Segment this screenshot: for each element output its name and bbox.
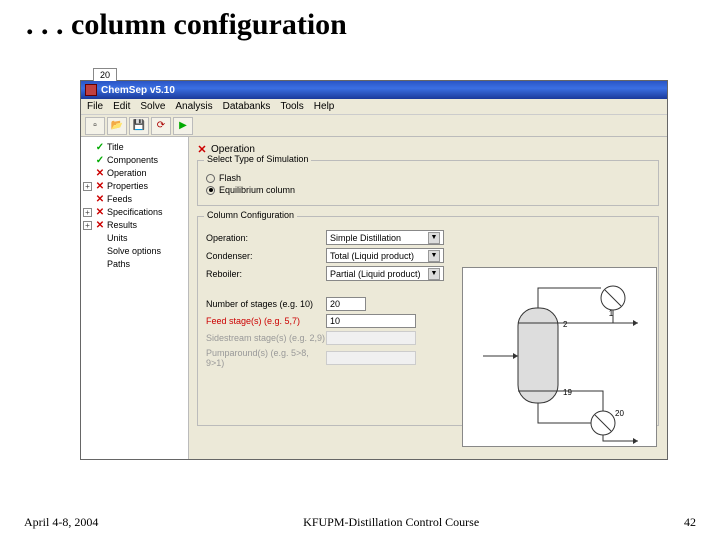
footer-course: KFUPM-Distillation Control Course [303,515,479,530]
window-title: ChemSep v5.10 [101,85,175,96]
radio-equilibrium[interactable]: Equilibrium column [206,185,650,195]
tree-item-results[interactable]: +✕ Results [83,219,186,232]
tree-item-operation[interactable]: ✕ Operation [83,167,186,180]
chevron-down-icon: ▼ [428,268,440,280]
pumparound-label: Pumparound(s) (e.g. 5>8, 9>1) [206,348,326,368]
menu-bar: File Edit Solve Analysis Databanks Tools… [81,99,667,115]
app-window: 20 ChemSep v5.10 File Edit Solve Analysi… [80,80,668,460]
footer-date: April 4-8, 2004 [24,515,98,530]
menu-edit[interactable]: Edit [113,101,130,112]
expand-icon[interactable]: + [83,182,92,191]
slide-footer: April 4-8, 2004 KFUPM-Distillation Contr… [0,515,720,530]
sidestream-input [326,331,416,345]
sidestream-label: Sidestream stage(s) (e.g. 2,9) [206,333,326,343]
reload-button[interactable]: ⟳ [151,117,171,135]
feed-stage-label: Feed stage(s) (e.g. 5,7) [206,316,326,326]
menu-file[interactable]: File [87,101,103,112]
footer-page: 42 [684,515,696,530]
new-file-button[interactable]: ▫ [85,117,105,135]
menu-help[interactable]: Help [314,101,335,112]
menu-tools[interactable]: Tools [280,101,303,112]
stage-bottom-label: 19 [563,388,572,397]
column-diagram: 2 19 1 20 [462,267,657,447]
reboiler-select[interactable]: Partial (Liquid product)▼ [326,266,444,281]
radio-icon [206,186,215,195]
x-icon: ✕ [95,167,105,180]
menu-solve[interactable]: Solve [140,101,165,112]
group-legend: Select Type of Simulation [204,154,311,164]
feed-stage-input[interactable]: 10 [326,314,416,328]
check-icon: ✓ [95,141,105,154]
menu-analysis[interactable]: Analysis [175,101,212,112]
chevron-down-icon: ▼ [428,250,440,262]
expand-icon[interactable]: + [83,208,92,217]
slide-title: . . . column configuration [0,0,720,42]
tree-item-solve-options[interactable]: Solve options [83,245,186,258]
tree-item-title[interactable]: ✓ Title [83,141,186,154]
content-panel: ✕ Operation Select Type of Simulation Fl… [189,137,667,459]
operation-label: Operation: [206,233,326,243]
open-file-button[interactable]: 📂 [107,117,127,135]
group-simulation-type: Select Type of Simulation Flash Equilibr… [197,160,659,206]
x-icon: ✕ [95,219,105,232]
radio-icon [206,174,215,183]
svg-text:20: 20 [615,409,624,418]
chevron-down-icon: ▼ [428,232,440,244]
tree-item-components[interactable]: ✓ Components [83,154,186,167]
stage-top-label: 2 [563,320,568,329]
toolbar: ▫ 📂 💾 ⟳ ▶ [81,115,667,137]
run-button[interactable]: ▶ [173,117,193,135]
pumparound-input [326,351,416,365]
check-icon: ✓ [95,154,105,167]
stages-label: Number of stages (e.g. 10) [206,299,326,309]
tree-item-units[interactable]: Units [83,232,186,245]
window-title-bar: ChemSep v5.10 [81,81,667,99]
x-icon: ✕ [95,193,105,206]
operation-select[interactable]: Simple Distillation▼ [326,230,444,245]
radio-flash[interactable]: Flash [206,173,650,183]
worksheet-tab[interactable]: 20 [93,68,117,81]
navigation-tree: ✓ Title ✓ Components ✕ Operation +✕ Prop… [81,137,189,459]
save-button[interactable]: 💾 [129,117,149,135]
tree-item-feeds[interactable]: ✕ Feeds [83,193,186,206]
tree-item-specifications[interactable]: +✕ Specifications [83,206,186,219]
stages-input[interactable]: 20 [326,297,366,311]
app-icon [85,84,97,96]
x-icon: ✕ [95,206,105,219]
reboiler-label: Reboiler: [206,269,326,279]
menu-databanks[interactable]: Databanks [223,101,271,112]
tree-item-properties[interactable]: +✕ Properties [83,180,186,193]
x-icon: ✕ [95,180,105,193]
condenser-label: Condenser: [206,251,326,261]
expand-icon[interactable]: + [83,221,92,230]
condenser-select[interactable]: Total (Liquid product)▼ [326,248,444,263]
group-legend: Column Configuration [204,210,297,220]
tree-item-paths[interactable]: Paths [83,258,186,271]
